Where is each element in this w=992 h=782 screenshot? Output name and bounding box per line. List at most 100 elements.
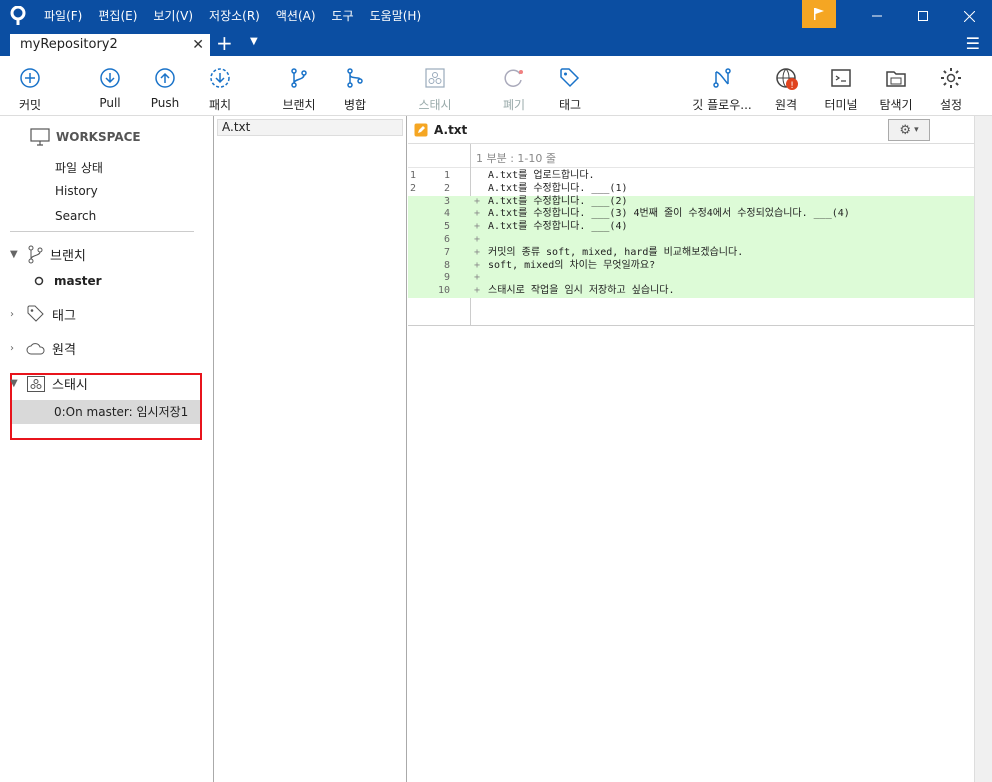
diff-panel: A.txt ⚙ ▾ 1 부분 : 1-10 줄 1 1 A.txt를 업로드합니다.… bbox=[408, 116, 974, 782]
sidebar-group-branches[interactable]: ▼ 브랜치 bbox=[10, 244, 86, 264]
maximize-icon[interactable] bbox=[900, 0, 946, 32]
push-button[interactable]: Push bbox=[135, 66, 195, 110]
fetch-button[interactable]: 패치 bbox=[190, 66, 250, 113]
repository-tab[interactable]: myRepository2 ✕ bbox=[10, 34, 210, 56]
diff-line[interactable]: 3 + A.txt를 수정합니다. ___(2) bbox=[408, 195, 974, 209]
tab-title: myRepository2 bbox=[20, 37, 118, 52]
tag-icon bbox=[27, 305, 44, 322]
workspace-header: WORKSPACE bbox=[30, 128, 141, 146]
globe-icon: ! bbox=[776, 68, 798, 90]
diff-line[interactable]: 6 + bbox=[408, 233, 974, 247]
diff-line[interactable]: 5 + A.txt를 수정합니다. ___(4) bbox=[408, 221, 974, 234]
terminal-button[interactable]: 터미널 bbox=[811, 66, 871, 113]
toolbar: 커밋 Pull Push 패치 브랜치 병합 스태시 폐기 태그 깃 플로우..… bbox=[0, 56, 992, 116]
fetch-label: 패치 bbox=[208, 98, 232, 112]
stash-button[interactable]: 스태시 bbox=[405, 66, 465, 113]
terminal-icon bbox=[831, 69, 851, 87]
diff-marker: + bbox=[474, 259, 481, 271]
diff-line[interactable]: 9 + bbox=[408, 272, 974, 286]
tag-button[interactable]: 태그 bbox=[540, 66, 600, 113]
diff-line[interactable]: 2 2 A.txt를 수정합니다. ___(1) bbox=[408, 183, 974, 196]
diff-code: 1 1 A.txt를 업로드합니다. 2 2 A.txt를 수정합니다. ___(1) 3 +… bbox=[408, 170, 974, 298]
diff-marker: + bbox=[474, 246, 481, 258]
new-line-number: 2 bbox=[443, 182, 450, 194]
branch-button[interactable]: 브랜치 bbox=[269, 66, 329, 113]
branches-label: 브랜치 bbox=[50, 248, 86, 264]
chevron-down-icon[interactable]: ▼ bbox=[250, 36, 258, 47]
new-line-number: 10 bbox=[437, 285, 450, 297]
sidebar: WORKSPACE 파일 상태 History Search ▼ 브랜치 mas… bbox=[0, 116, 212, 782]
minimize-icon[interactable] bbox=[854, 0, 900, 32]
diff-marker: + bbox=[474, 221, 481, 233]
merge-icon bbox=[347, 68, 363, 88]
sidebar-item-history[interactable]: History bbox=[55, 184, 98, 198]
settings-button[interactable]: 설정 bbox=[921, 66, 981, 113]
commit-label: 커밋 bbox=[18, 98, 42, 112]
tab-close-icon[interactable]: ✕ bbox=[192, 34, 204, 56]
flag-icon[interactable] bbox=[802, 0, 836, 28]
diff-options-button[interactable]: ⚙ ▾ bbox=[888, 119, 930, 141]
settings-label: 설정 bbox=[939, 98, 963, 112]
new-line-number: 1 bbox=[443, 170, 450, 181]
discard-button[interactable]: 폐기 bbox=[484, 66, 544, 113]
gitflow-button[interactable]: 깃 플로우... bbox=[692, 66, 752, 113]
discard-label: 폐기 bbox=[502, 98, 526, 112]
menu-tools[interactable]: 도구 bbox=[324, 0, 362, 32]
vertical-scrollbar[interactable] bbox=[974, 116, 992, 782]
pull-label: Pull bbox=[99, 96, 121, 110]
sidebar-group-tags[interactable]: › 태그 bbox=[10, 304, 76, 324]
tag-label: 태그 bbox=[558, 98, 582, 112]
diff-line[interactable]: 4 + A.txt를 수정합니다. ___(3) 4번째 줄이 수정4에서 수정되었… bbox=[408, 208, 974, 222]
pull-button[interactable]: Pull bbox=[80, 66, 140, 110]
diff-line[interactable]: 8 + soft, mixed의 차이는 무엇일까요? bbox=[408, 259, 974, 273]
sidebar-divider bbox=[10, 231, 194, 232]
diff-marker: + bbox=[474, 208, 481, 220]
push-label: Push bbox=[150, 96, 180, 110]
hamburger-menu-icon[interactable]: ☰ bbox=[966, 34, 980, 53]
new-line-number: 4 bbox=[443, 208, 450, 220]
diff-line-text: soft, mixed의 차이는 무엇일까요? bbox=[488, 259, 656, 271]
stash-icon bbox=[27, 375, 45, 392]
diff-line[interactable]: 10 + 스태시로 작업을 임시 저장하고 싶습니다. bbox=[408, 285, 974, 298]
file-list-item[interactable]: A.txt bbox=[217, 119, 403, 136]
merge-button[interactable]: 병합 bbox=[325, 66, 385, 113]
remote-button[interactable]: ! 원격 bbox=[756, 66, 816, 113]
menu-help[interactable]: 도움말(H) bbox=[362, 0, 430, 32]
chevron-down-icon: ▼ bbox=[10, 378, 18, 389]
explorer-button[interactable]: 탐색기 bbox=[866, 66, 926, 113]
sidebar-group-remotes[interactable]: › 원격 bbox=[10, 339, 76, 358]
explorer-label: 탐색기 bbox=[879, 98, 913, 112]
plus-circle-icon bbox=[20, 68, 40, 88]
sourcetree-logo-icon bbox=[0, 0, 36, 32]
stashes-label: 스태시 bbox=[52, 378, 88, 393]
monitor-icon bbox=[30, 128, 50, 146]
diff-line-text: A.txt를 수정합니다. ___(3) 4번째 줄이 수정4에서 수정되었습니… bbox=[488, 208, 850, 220]
add-tab-icon[interactable]: + bbox=[216, 32, 233, 54]
sidebar-group-stashes[interactable]: ▼ 스태시 bbox=[10, 374, 88, 393]
chevron-down-icon: ▼ bbox=[10, 248, 18, 260]
diff-marker: + bbox=[474, 272, 481, 284]
new-line-number: 5 bbox=[443, 221, 450, 233]
branch-master-label: master bbox=[54, 274, 102, 288]
new-line-number: 9 bbox=[443, 272, 450, 284]
current-branch-icon bbox=[34, 276, 44, 286]
close-icon[interactable] bbox=[946, 0, 992, 32]
diff-line-text: A.txt를 수정합니다. ___(4) bbox=[488, 221, 628, 233]
menu-actions[interactable]: 액션(A) bbox=[268, 0, 324, 32]
modified-file-icon bbox=[414, 123, 428, 136]
menu-edit[interactable]: 편집(E) bbox=[90, 0, 145, 32]
diff-end-line bbox=[408, 325, 974, 326]
sidebar-item-file-status[interactable]: 파일 상태 bbox=[55, 159, 103, 176]
diff-line[interactable]: 1 1 A.txt를 업로드합니다. bbox=[408, 170, 974, 183]
title-bar: 파일(F) 편집(E) 보기(V) 저장소(R) 액션(A) 도구 도움말(H) bbox=[0, 0, 992, 32]
diff-line[interactable]: 7 + 커밋의 종류 soft, mixed, hard를 비교해보겠습니다. bbox=[408, 246, 974, 260]
menu-file[interactable]: 파일(F) bbox=[36, 0, 90, 32]
sidebar-item-search[interactable]: Search bbox=[55, 209, 96, 223]
stash-label: 스태시 bbox=[418, 98, 452, 112]
stash-item[interactable]: 0:On master: 임시저장1 bbox=[12, 400, 200, 424]
menu-view[interactable]: 보기(V) bbox=[145, 0, 201, 32]
commit-button[interactable]: 커밋 bbox=[0, 66, 60, 113]
new-line-number: 8 bbox=[443, 259, 450, 271]
menu-repository[interactable]: 저장소(R) bbox=[201, 0, 268, 32]
sidebar-branch-master[interactable]: master bbox=[34, 274, 102, 288]
